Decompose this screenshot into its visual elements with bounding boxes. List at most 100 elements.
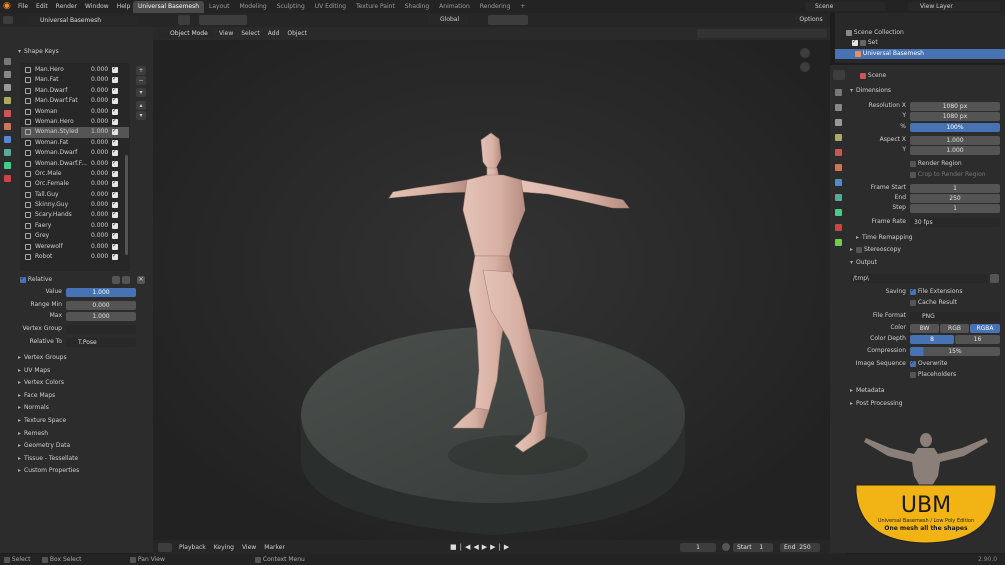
shape-key-value[interactable]: 1.000 [91,127,108,137]
remove-shape-key-button[interactable]: − [136,76,146,85]
file-extensions-checkbox[interactable]: File Extensions [910,286,962,297]
playback-controls[interactable]: ■|◀◀▶▶|▶ [450,543,522,552]
tab-uv-editing[interactable]: UV Editing [310,1,351,13]
shape-key-value[interactable]: 0.000 [91,231,108,241]
shape-key-mute-checkbox[interactable] [112,178,118,189]
tab-layout[interactable]: Layout [204,1,234,13]
shape-key-value[interactable]: 0.000 [91,242,108,252]
view-layer-tab-icon[interactable] [4,97,11,104]
start-frame-field[interactable]: Start 1 [733,543,773,552]
outliner-search-input[interactable] [882,16,960,24]
object-name-field[interactable]: Universal Basemesh [28,16,138,25]
move-down-button[interactable]: ▾ [136,111,146,120]
tab-rendering[interactable]: Rendering [475,1,516,13]
clear-weights-icon[interactable]: ✕ [137,276,145,284]
tool-tab-icon[interactable] [4,58,11,65]
timeline-menu-keying[interactable]: Keying [210,541,238,554]
move-up-button[interactable]: ▴ [136,101,146,110]
scene-tab-icon[interactable] [4,110,11,117]
right-scene-tab-icon[interactable] [835,149,842,156]
right-world-tab-icon[interactable] [835,164,842,171]
left-panel-header[interactable]: ▸ Texture Space [18,415,148,428]
right-texture-tab-icon[interactable] [835,239,842,246]
data-tab-icon[interactable] [4,162,11,169]
particles-tab-icon[interactable] [4,149,11,156]
select-tool-icon[interactable] [178,15,190,25]
options-button[interactable]: Options [795,15,827,25]
orientation-selector[interactable]: Global [428,15,468,25]
frame-start-field[interactable]: 1 [910,184,1000,193]
shape-key-value[interactable]: 0.000 [91,75,108,85]
stereoscopy-header[interactable]: ▸ Stereoscopy [850,245,901,255]
left-panel-header[interactable]: ▸ Tissue - Tessellate [18,453,148,466]
right-material-tab-icon[interactable] [835,224,842,231]
shape-key-value[interactable]: 0.000 [91,65,108,75]
current-frame-field[interactable]: 1 [680,543,716,552]
pan-gizmo-icon[interactable] [800,62,810,72]
tab-shading[interactable]: Shading [400,1,434,13]
menu-render[interactable]: Render [52,0,81,13]
viewport-menu-select[interactable]: Select [237,27,264,40]
tab-universal-basemesh[interactable]: Universal Basemesh [133,1,205,13]
shape-key-value[interactable]: 0.000 [91,138,108,148]
shape-key-value[interactable]: 0.000 [91,252,108,262]
right-view-layer-tab-icon[interactable] [835,134,842,141]
shape-key-value[interactable]: 0.000 [91,221,108,231]
shape-key-value[interactable]: 0.000 [91,190,108,200]
mode-selector[interactable]: Object Mode [158,29,213,38]
tab-sculpting[interactable]: Sculpting [272,1,310,13]
shape-key-mute-checkbox[interactable] [112,95,118,106]
outliner-item-set[interactable]: Set [852,37,1002,48]
left-panel-header[interactable]: ▸ Normals [18,402,148,415]
viewport-menu-view[interactable]: View [215,27,237,40]
tab-animation[interactable]: Animation [434,1,475,13]
shape-key-mute-checkbox[interactable] [112,189,118,199]
shape-key-specials-button[interactable]: ▾ [136,88,146,97]
edit-mode-icon[interactable] [122,276,130,284]
viewport-shading-buttons[interactable] [697,29,827,38]
color-bw-button[interactable]: BW [910,324,939,333]
shape-key-mute-checkbox[interactable] [112,209,118,220]
aspect-x-field[interactable]: 1.000 [910,136,1000,145]
viewport-menu-object[interactable]: Object [283,27,311,40]
shape-key-value[interactable]: 0.000 [91,148,108,158]
right-tool-tab-icon[interactable] [835,89,842,96]
menu-window[interactable]: Window [81,0,113,13]
resolution-x-field[interactable]: 1080 px [910,102,1000,111]
scene-selector[interactable]: Scene [805,2,885,11]
shape-key-mute-checkbox[interactable] [112,147,118,158]
vertex-group-field[interactable] [66,325,136,334]
crop-region-checkbox[interactable]: Crop to Render Region [910,170,986,180]
left-panel-header[interactable]: ▸ Custom Properties [18,465,148,478]
frame-step-field[interactable]: 1 [910,204,1000,213]
file-format-selector[interactable]: PNG [910,312,1000,321]
view-layer-selector[interactable]: View Layer [908,2,1000,11]
shape-key-mute-checkbox[interactable] [112,85,118,95]
left-panel-header[interactable]: ▸ Geometry Data [18,440,148,453]
timeline-editor-type-icon[interactable] [158,543,172,552]
shape-key-value[interactable]: 0.000 [91,117,108,127]
menu-edit[interactable]: Edit [32,0,52,13]
dimensions-header[interactable]: ▾ Dimensions [850,86,891,96]
render-tab-icon[interactable] [4,71,11,78]
metadata-header[interactable]: ▸ Metadata [850,386,884,396]
color-depth-16-button[interactable]: 16 [955,335,1000,344]
color-rgb-button[interactable]: RGB [940,324,969,333]
cache-result-checkbox[interactable]: Cache Result [910,298,957,308]
shape-key-mute-checkbox[interactable] [112,106,118,116]
shape-key-mute-checkbox[interactable] [112,137,118,147]
tab-texture-paint[interactable]: Texture Paint [351,1,400,13]
menu-file[interactable]: File [14,0,32,13]
frame-end-field[interactable]: 250 [910,194,1000,203]
tab-modeling[interactable]: Modeling [234,1,271,13]
right-data-tab-icon[interactable] [835,209,842,216]
left-panel-header[interactable]: ▸ Vertex Groups [18,352,148,365]
end-frame-field[interactable]: End 250 [780,543,820,552]
zoom-gizmo-icon[interactable] [800,48,810,58]
viewport-menu-add[interactable]: Add [264,27,284,40]
relative-checkbox[interactable]: Relative [20,274,52,285]
select-mode-buttons[interactable] [199,15,247,25]
shape-key-value[interactable]: 0.000 [91,169,108,179]
right-render-tab-icon[interactable] [835,104,842,111]
shape-key-mute-checkbox[interactable] [112,168,118,178]
